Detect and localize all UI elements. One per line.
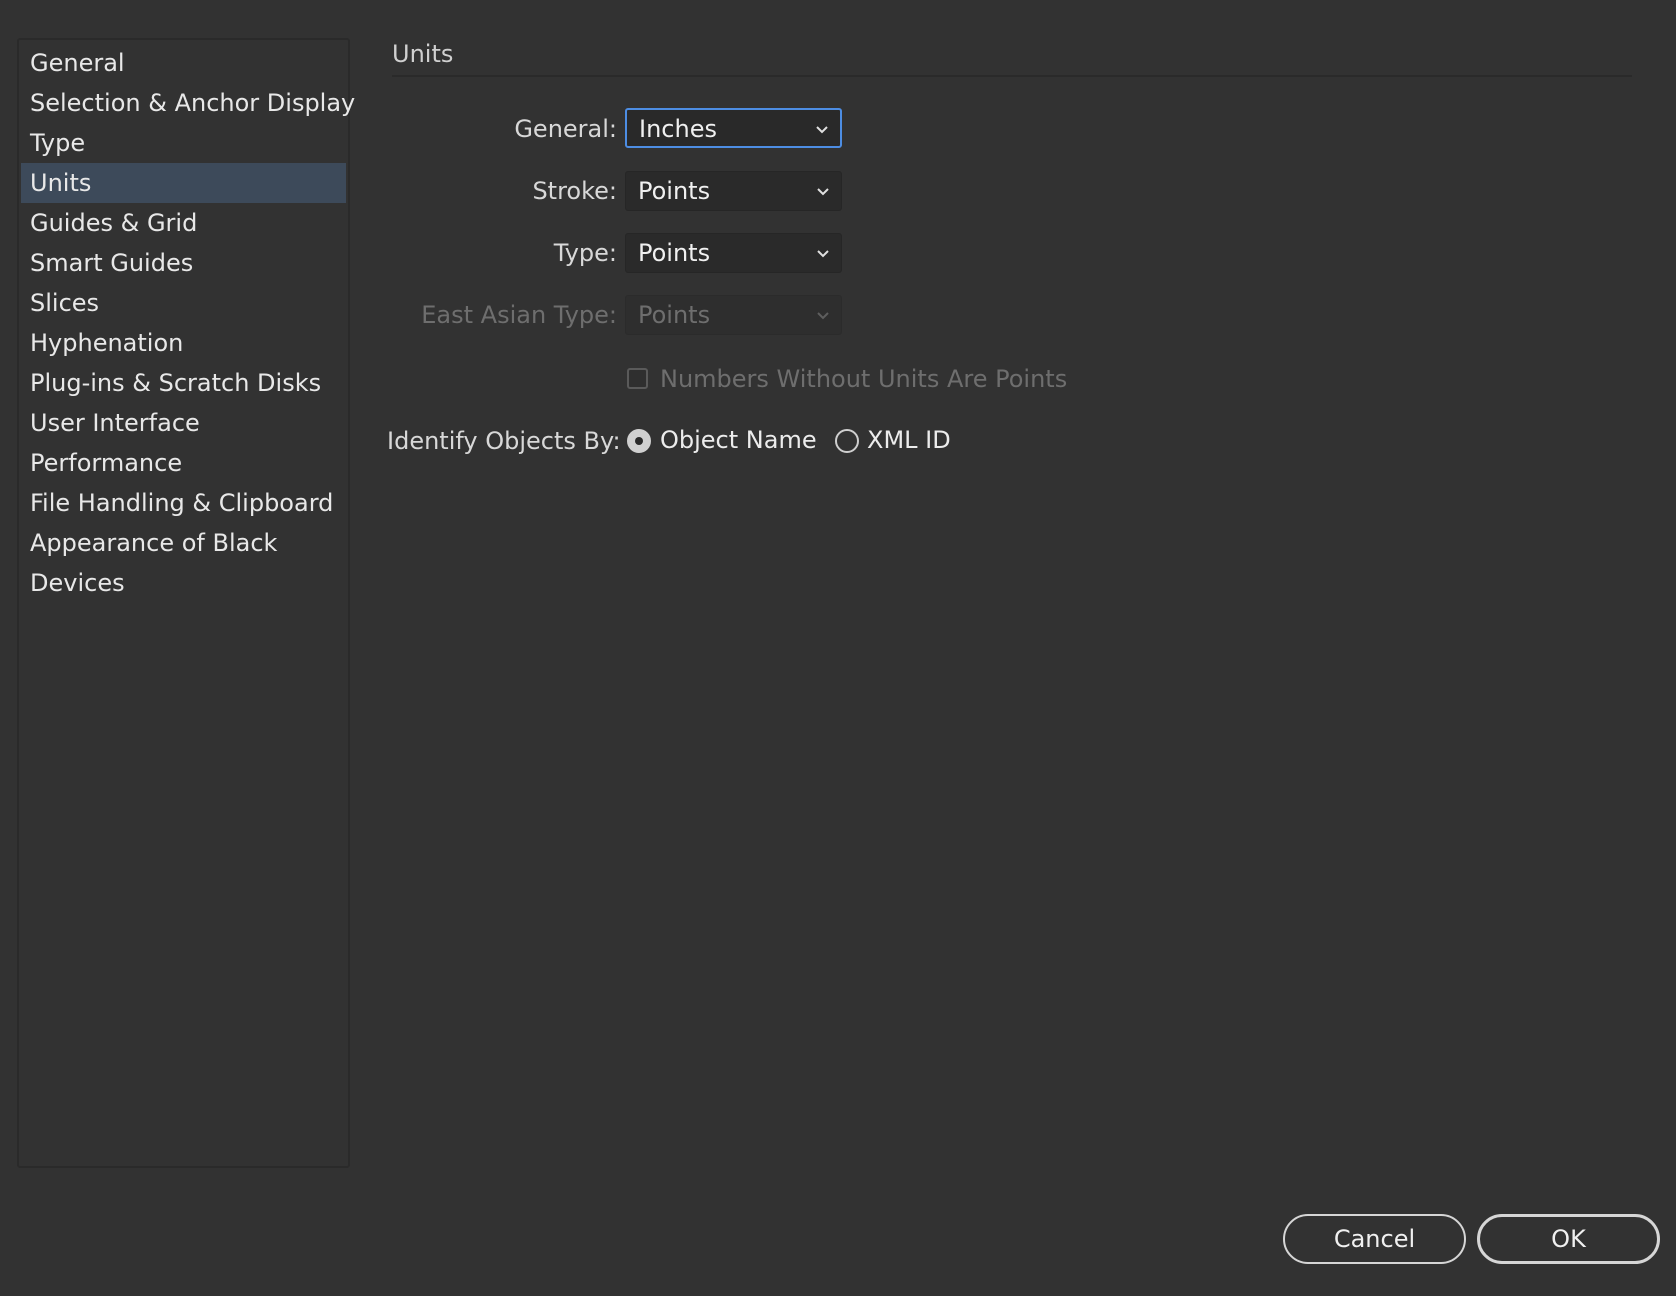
stroke-units-label: Stroke: [532,177,617,205]
chevron-down-icon [816,126,828,134]
sidebar-item-hyphenation[interactable]: Hyphenation [21,323,346,363]
sidebar-item-selection-anchor-display[interactable]: Selection & Anchor Display [21,83,355,123]
sidebar-item-user-interface[interactable]: User Interface [21,403,346,443]
stroke-units-value: Points [638,177,711,205]
object-name-label[interactable]: Object Name [660,426,817,454]
east-asian-type-label: East Asian Type: [421,301,617,329]
identify-objects-label: Identify Objects By: [387,427,621,455]
general-units-value: Inches [639,115,717,143]
chevron-down-icon [817,312,829,320]
general-units-label: General: [514,115,617,143]
ok-button[interactable]: OK [1477,1214,1660,1264]
type-units-label: Type: [553,239,617,267]
sidebar-item-general[interactable]: General [21,43,346,83]
general-units-select[interactable]: Inches [625,108,842,148]
sidebar-item-units[interactable]: Units [21,163,346,203]
cancel-button[interactable]: Cancel [1283,1214,1466,1264]
section-divider [392,75,1632,77]
sidebar-item-smart-guides[interactable]: Smart Guides [21,243,346,283]
sidebar-item-plugins-scratch-disks[interactable]: Plug-ins & Scratch Disks [21,363,346,403]
east-asian-type-value: Points [638,301,711,329]
sidebar-item-type[interactable]: Type [21,123,346,163]
preferences-sidebar: General Selection & Anchor Display Type … [17,38,355,1168]
xml-id-label[interactable]: XML ID [867,426,951,454]
preferences-dialog: General Selection & Anchor Display Type … [0,0,1676,1296]
type-units-value: Points [638,239,711,267]
east-asian-type-select: Points [625,295,842,335]
section-title: Units [392,40,454,68]
sidebar-item-performance[interactable]: Performance [21,443,346,483]
type-units-select[interactable]: Points [625,233,842,273]
sidebar-item-appearance-of-black[interactable]: Appearance of Black [21,523,346,563]
sidebar-item-devices[interactable]: Devices [21,563,346,603]
numbers-without-units-checkbox [627,368,648,389]
stroke-units-select[interactable]: Points [625,171,842,211]
sidebar-item-guides-grid[interactable]: Guides & Grid [21,203,346,243]
chevron-down-icon [817,188,829,196]
chevron-down-icon [817,250,829,258]
object-name-radio[interactable] [627,429,651,453]
xml-id-radio[interactable] [835,429,859,453]
numbers-without-units-label: Numbers Without Units Are Points [660,365,1068,393]
sidebar-item-file-handling-clipboard[interactable]: File Handling & Clipboard [21,483,346,523]
sidebar-item-slices[interactable]: Slices [21,283,346,323]
